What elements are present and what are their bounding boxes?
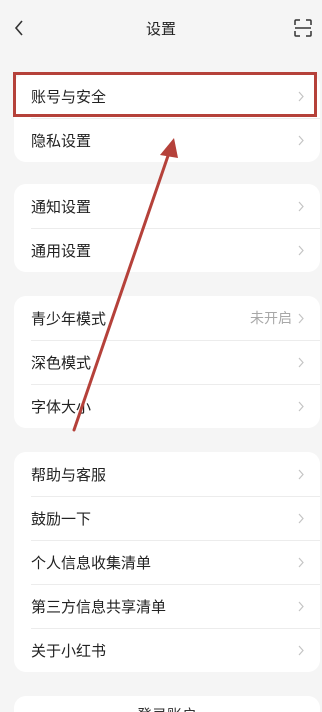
settings-group-about: 帮助与客服 鼓励一下 个人信息收集清单 第三方信息共享清单 关于小红书 <box>14 452 320 672</box>
item-label: 字体大小 <box>31 397 92 416</box>
item-label: 个人信息收集清单 <box>31 553 152 572</box>
chevron-right-icon <box>298 200 306 212</box>
chevron-right-icon <box>298 244 306 256</box>
teen-mode-status: 未开启 <box>250 311 292 327</box>
dark-mode-item[interactable]: 深色模式 <box>14 340 320 384</box>
font-size-item[interactable]: 字体大小 <box>14 384 320 428</box>
login-account-button[interactable]: 登录账户 <box>14 696 320 712</box>
chevron-right-icon <box>298 134 306 146</box>
settings-group-display: 青少年模式 未开启 深色模式 字体大小 <box>14 296 320 428</box>
general-settings-item[interactable]: 通用设置 <box>14 228 320 272</box>
item-label: 帮助与客服 <box>31 465 107 484</box>
settings-group-general: 通知设置 通用设置 <box>14 184 320 272</box>
settings-group-account: 账号与安全 隐私设置 <box>14 74 320 162</box>
encourage-item[interactable]: 鼓励一下 <box>14 496 320 540</box>
about-item[interactable]: 关于小红书 <box>14 628 320 672</box>
chevron-right-icon <box>298 356 306 368</box>
teen-mode-item[interactable]: 青少年模式 未开启 <box>14 296 320 340</box>
item-label: 通用设置 <box>31 241 92 260</box>
item-label: 第三方信息共享清单 <box>31 597 167 616</box>
top-bar: 设置 <box>0 0 322 56</box>
item-label: 隐私设置 <box>31 131 92 150</box>
privacy-settings-item[interactable]: 隐私设置 <box>14 118 320 162</box>
item-label: 通知设置 <box>31 197 92 216</box>
item-label: 关于小红书 <box>31 641 107 660</box>
notification-settings-item[interactable]: 通知设置 <box>14 184 320 228</box>
item-label: 青少年模式 <box>31 309 107 328</box>
item-label: 账号与安全 <box>31 87 107 106</box>
help-support-item[interactable]: 帮助与客服 <box>14 452 320 496</box>
third-party-sharing-item[interactable]: 第三方信息共享清单 <box>14 584 320 628</box>
chevron-right-icon <box>298 512 306 524</box>
chevron-right-icon <box>298 312 306 324</box>
scan-icon[interactable] <box>294 17 314 39</box>
personal-info-list-item[interactable]: 个人信息收集清单 <box>14 540 320 584</box>
chevron-right-icon <box>298 556 306 568</box>
chevron-right-icon <box>298 400 306 412</box>
chevron-right-icon <box>298 90 306 102</box>
chevron-right-icon <box>298 600 306 612</box>
page-title: 设置 <box>145 19 176 38</box>
item-label: 鼓励一下 <box>31 509 92 528</box>
item-label: 深色模式 <box>31 353 92 372</box>
account-security-item[interactable]: 账号与安全 <box>14 74 320 118</box>
login-account-label: 登录账户 <box>137 704 197 712</box>
chevron-right-icon <box>298 644 306 656</box>
chevron-left-icon[interactable] <box>14 17 28 39</box>
chevron-right-icon <box>298 468 306 480</box>
